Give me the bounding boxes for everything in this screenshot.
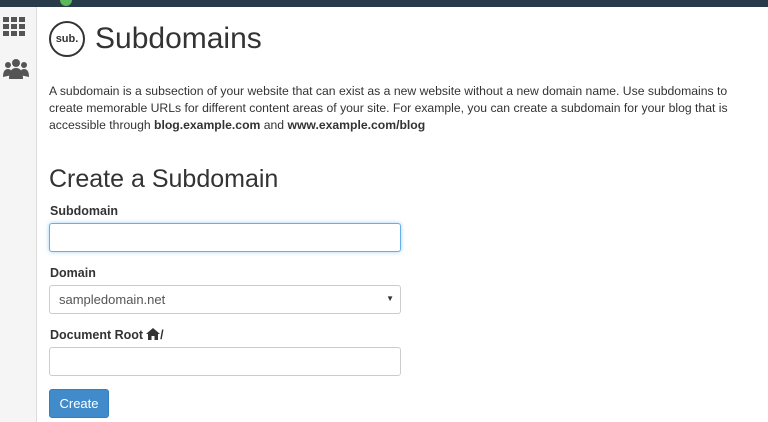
home-icon [146,328,161,343]
domain-label: Domain [50,266,96,280]
dropdown-arrow-icon: ▼ [386,294,394,303]
users-icon[interactable] [3,57,29,81]
subdomains-icon: sub. [49,21,85,57]
document-root-label-text: Document Root [50,328,144,342]
subdomain-label: Subdomain [50,204,119,218]
description-text-2: and [260,118,288,132]
domain-select-value: sampledomain.net [59,292,166,307]
main-content: sub. Subdomains A subdomain is a subsect… [37,7,768,422]
logo-icon[interactable] [60,0,72,6]
sidebar [0,7,37,422]
grid-icon[interactable] [3,15,27,39]
description-example-2: www.example.com/blog [287,118,426,132]
document-root-label: Document Root / [50,328,164,343]
create-button[interactable]: Create [49,389,109,418]
subdomain-input[interactable] [49,223,401,252]
top-bar [0,0,768,7]
page-title: Subdomains [95,22,262,55]
document-root-input[interactable] [49,347,401,376]
page-header: sub. Subdomains [49,17,262,61]
subdomains-icon-text: sub. [55,33,79,45]
page-description: A subdomain is a subsection of your webs… [49,83,764,134]
form-title: Create a Subdomain [49,165,279,193]
document-root-suffix: / [160,328,164,342]
domain-select[interactable]: sampledomain.net ▼ [49,285,401,314]
description-example-1: blog.example.com [154,118,261,132]
